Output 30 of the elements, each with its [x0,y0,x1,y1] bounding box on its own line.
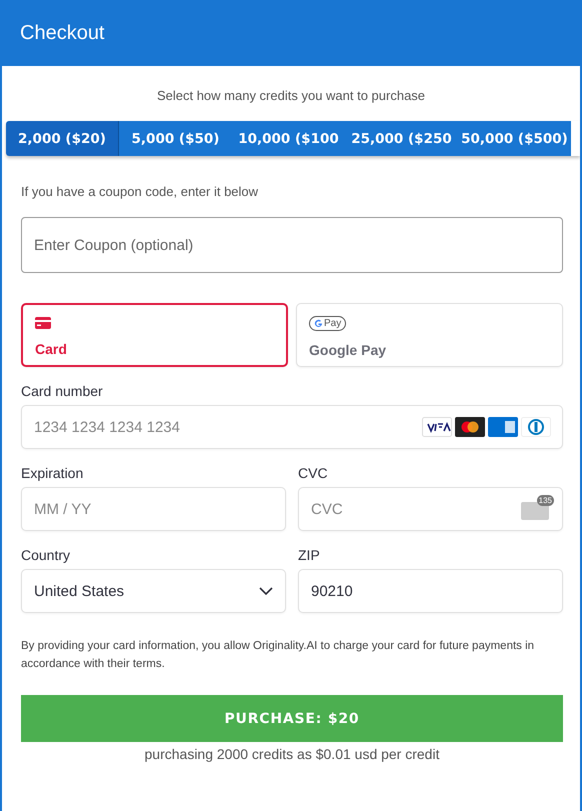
payment-method-tab[interactable]: Card [21,303,288,367]
chevron-down-icon [259,587,273,595]
purchase-button[interactable]: PURCHASE: $20 [21,695,563,742]
card-logo-icon [422,417,452,437]
card-logo-icon [521,417,551,437]
zip-field[interactable]: 90210 [298,569,563,613]
card-logo-icon [455,417,485,437]
field-label: CVC [298,465,329,481]
purchase-summary: purchasing 2000 credits as $0.01 usd per credit [144,746,440,762]
credit-tab[interactable]: 50,000 ($500) [458,121,571,156]
coupon-field[interactable]: Enter Coupon (optional) [21,217,563,273]
google-pay-icon: Pay [309,316,346,331]
credit-tab[interactable]: 25,000 ($250 [345,121,458,156]
payment-method-tab[interactable]: Pay Google Pay [296,303,563,367]
field-label: ZIP [298,547,321,563]
credit-tab[interactable]: 5,000 ($50) [119,121,232,156]
prompt-text: Select how many credits you want to purchase [156,88,426,103]
disclaimer-text: By providing your card information, you allow Originality.AI to charge your card for future payments in accordance with their terms. [21,639,536,672]
credit-tab[interactable]: 2,000 ($20) [6,121,119,156]
credit-tab[interactable]: 10,000 ($100 [232,121,345,156]
card-logo-icon [488,417,518,437]
country-select[interactable]: United States [21,569,286,613]
expiration-field[interactable]: MM / YY [21,487,286,531]
field-label: Card number [21,383,104,399]
field-label: Country [21,547,72,563]
header-title: Checkout [20,22,104,44]
field-label: Expiration [21,465,84,481]
credit-card-icon [35,317,51,329]
coupon-hint: If you have a coupon code, enter it below [21,184,260,199]
card-number-field[interactable]: 1234 1234 1234 1234 [21,405,563,449]
